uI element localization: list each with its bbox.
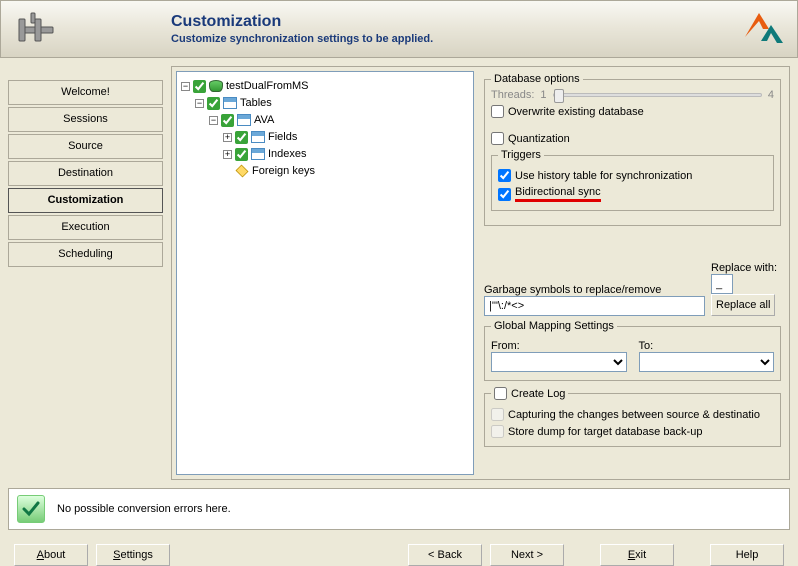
table-icon — [237, 114, 251, 126]
triggers-group: Triggers Use history table for synchroni… — [491, 149, 774, 211]
fields-icon — [251, 131, 265, 143]
tree-expand-icon[interactable]: + — [223, 150, 232, 159]
back-button[interactable]: < Back — [408, 544, 482, 566]
app-logo-icon — [741, 7, 785, 51]
nav-destination[interactable]: Destination — [8, 161, 163, 186]
from-combo[interactable] — [491, 352, 627, 372]
mapping-legend: Global Mapping Settings — [491, 320, 617, 332]
nav-execution[interactable]: Execution — [8, 215, 163, 240]
tree-expand-icon[interactable]: + — [223, 133, 232, 142]
storedump-checkbox — [491, 425, 504, 438]
settings-button[interactable]: Settings — [96, 544, 170, 566]
bidirectional-checkbox[interactable] — [498, 188, 511, 201]
to-combo[interactable] — [639, 352, 775, 372]
create-log-label: Create Log — [511, 388, 565, 400]
history-label: Use history table for synchronization — [515, 170, 692, 182]
table-icon — [223, 97, 237, 109]
tree-tables-label: Tables — [240, 97, 272, 109]
nav-customization[interactable]: Customization — [8, 188, 163, 213]
next-button[interactable]: Next > — [490, 544, 564, 566]
db-options-legend: Database options — [491, 73, 583, 85]
tree-check-indexes[interactable] — [235, 148, 248, 161]
header: Customization Customize synchronization … — [0, 0, 798, 58]
mapping-group: Global Mapping Settings From: To: — [484, 320, 781, 381]
indexes-icon — [251, 148, 265, 160]
tree-check-tables[interactable] — [207, 97, 220, 110]
garbage-input[interactable] — [484, 296, 705, 316]
tree-fkeys-label: Foreign keys — [252, 165, 315, 177]
triggers-legend: Triggers — [498, 149, 544, 161]
replace-with-label: Replace with: — [711, 262, 781, 274]
overwrite-checkbox[interactable] — [491, 105, 504, 118]
history-checkbox[interactable] — [498, 169, 511, 182]
nav-source[interactable]: Source — [8, 134, 163, 159]
tree-check-root[interactable] — [193, 80, 206, 93]
tree-root-label: testDualFromMS — [226, 80, 309, 92]
exit-button[interactable]: Exit — [600, 544, 674, 566]
database-options-group: Database options Threads: 1 4 Overwrite … — [484, 73, 781, 226]
tree-check-ava[interactable] — [221, 114, 234, 127]
replace-with-input[interactable] — [711, 274, 733, 294]
tree-indexes-label: Indexes — [268, 148, 307, 160]
about-button[interactable]: About — [14, 544, 88, 566]
threads-slider[interactable] — [553, 93, 762, 97]
overwrite-label: Overwrite existing database — [508, 106, 644, 118]
threads-max: 4 — [768, 89, 774, 101]
help-button[interactable]: Help — [710, 544, 784, 566]
success-icon — [17, 495, 45, 523]
tree-check-fields[interactable] — [235, 131, 248, 144]
quantization-checkbox[interactable] — [491, 132, 504, 145]
tree-collapse-icon[interactable]: − — [209, 116, 218, 125]
status-bar: No possible conversion errors here. — [8, 488, 790, 530]
footer: About Settings < Back Next > Exit Help — [0, 530, 798, 566]
quantization-label: Quantization — [508, 133, 570, 145]
status-text: No possible conversion errors here. — [57, 503, 231, 515]
log-group: Create Log Capturing the changes between… — [484, 387, 781, 447]
nav-welcome[interactable]: Welcome! — [8, 80, 163, 105]
garbage-label: Garbage symbols to replace/remove — [484, 284, 705, 296]
page-subtitle: Customize synchronization settings to be… — [171, 33, 785, 45]
bidirectional-label: Bidirectional sync — [515, 186, 601, 202]
tree-collapse-icon[interactable]: − — [181, 82, 190, 91]
tree-collapse-icon[interactable]: − — [195, 99, 204, 108]
database-icon — [209, 80, 223, 92]
foreign-keys-icon — [236, 165, 249, 178]
replace-all-button[interactable]: Replace all — [711, 294, 775, 316]
storedump-label: Store dump for target database back-up — [508, 426, 702, 438]
tree-fields-label: Fields — [268, 131, 297, 143]
to-label: To: — [639, 340, 775, 352]
tree-panel[interactable]: − testDualFromMS − Tables − AVA — [176, 71, 474, 475]
nav-scheduling[interactable]: Scheduling — [8, 242, 163, 267]
threads-min: 1 — [540, 89, 546, 101]
threads-label: Threads: — [491, 89, 534, 101]
capturing-label: Capturing the changes between source & d… — [508, 409, 760, 421]
create-log-checkbox[interactable] — [494, 387, 507, 400]
from-label: From: — [491, 340, 627, 352]
caliper-icon — [13, 5, 61, 53]
content-panel: − testDualFromMS − Tables − AVA — [171, 66, 790, 480]
capturing-checkbox — [491, 408, 504, 421]
sidebar: Welcome! Sessions Source Destination Cus… — [8, 66, 163, 480]
tree-ava-label: AVA — [254, 114, 274, 126]
options-panel: Database options Threads: 1 4 Overwrite … — [480, 71, 785, 475]
nav-sessions[interactable]: Sessions — [8, 107, 163, 132]
page-title: Customization — [171, 13, 785, 31]
